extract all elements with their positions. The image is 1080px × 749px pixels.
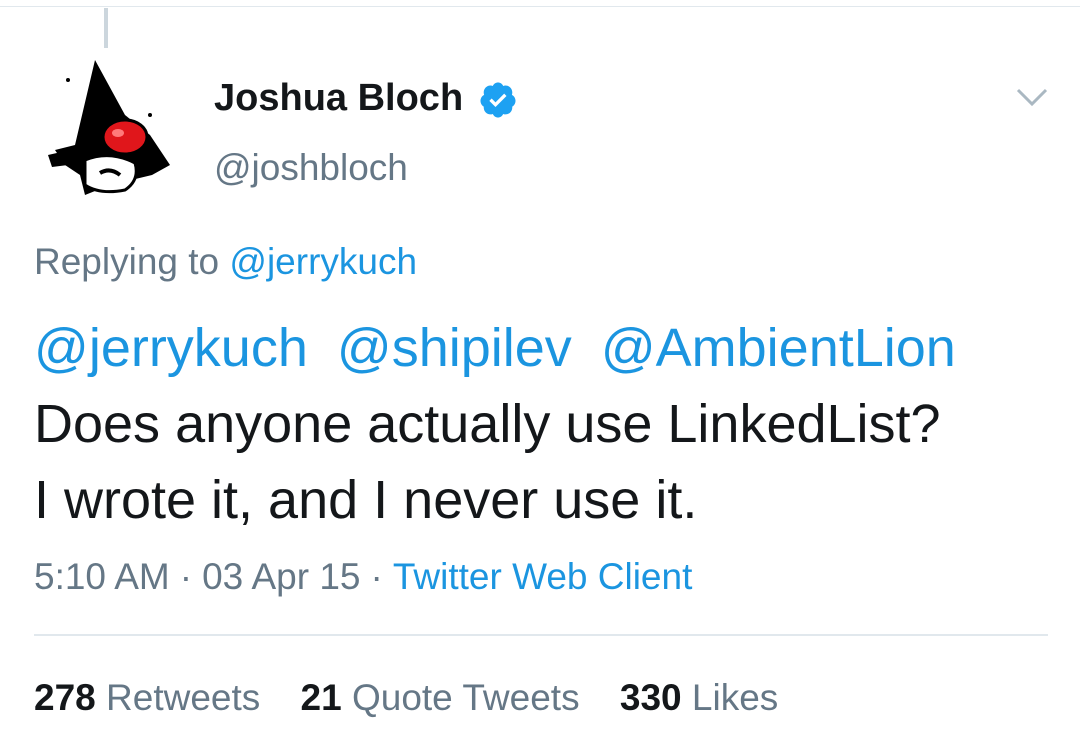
- stats-divider: [34, 634, 1048, 636]
- replying-to-label: Replying to: [34, 241, 220, 282]
- display-name[interactable]: Joshua Bloch: [214, 76, 463, 120]
- replying-to-mention-link[interactable]: @jerrykuch: [229, 241, 417, 282]
- mention-link-ambientlion[interactable]: @AmbientLion: [601, 318, 956, 378]
- retweets-label: Retweets: [106, 677, 261, 718]
- likes-count: 330: [619, 677, 682, 718]
- quote-tweets-label: Quote Tweets: [351, 677, 580, 718]
- engagement-stats: 278 Retweets 21 Quote Tweets 330 Likes: [34, 676, 808, 720]
- retweets-stat[interactable]: 278 Retweets: [34, 677, 260, 718]
- tweet-source-link[interactable]: Twitter Web Client: [393, 556, 693, 597]
- quote-tweets-count: 21: [300, 677, 342, 718]
- replying-to-line: Replying to @jerrykuch: [34, 240, 417, 284]
- tweet-text: @jerrykuch @shipilev @AmbientLion Does a…: [34, 310, 1064, 538]
- likes-stat[interactable]: 330 Likes: [620, 677, 778, 718]
- tweet-time[interactable]: 5:10 AM: [34, 556, 170, 597]
- tweet-mentions: @jerrykuch @shipilev @AmbientLion: [34, 310, 1064, 386]
- mention-link-jerrykuch[interactable]: @jerrykuch: [34, 318, 308, 378]
- chevron-down-icon[interactable]: [1012, 82, 1052, 112]
- verified-badge-icon: [480, 82, 516, 118]
- mention-link-shipilev[interactable]: @shipilev: [337, 318, 572, 378]
- user-handle[interactable]: @joshbloch: [214, 146, 408, 190]
- likes-label: Likes: [691, 677, 779, 718]
- meta-separator: ·: [179, 556, 193, 597]
- top-divider: [0, 6, 1080, 7]
- tweet-date[interactable]: 03 Apr 15: [202, 556, 360, 597]
- retweets-count: 278: [34, 677, 96, 718]
- tweet-metadata: 5:10 AM · 03 Apr 15 · Twitter Web Client: [34, 555, 692, 599]
- meta-separator: ·: [370, 556, 383, 597]
- quote-tweets-stat[interactable]: 21 Quote Tweets: [301, 677, 580, 718]
- tweet-body-line-1: Does anyone actually use LinkedList?: [34, 394, 941, 454]
- tweet-body-line-2: I wrote it, and I never use it.: [34, 470, 698, 530]
- thread-connector-line: [104, 8, 108, 48]
- avatar[interactable]: [40, 55, 180, 205]
